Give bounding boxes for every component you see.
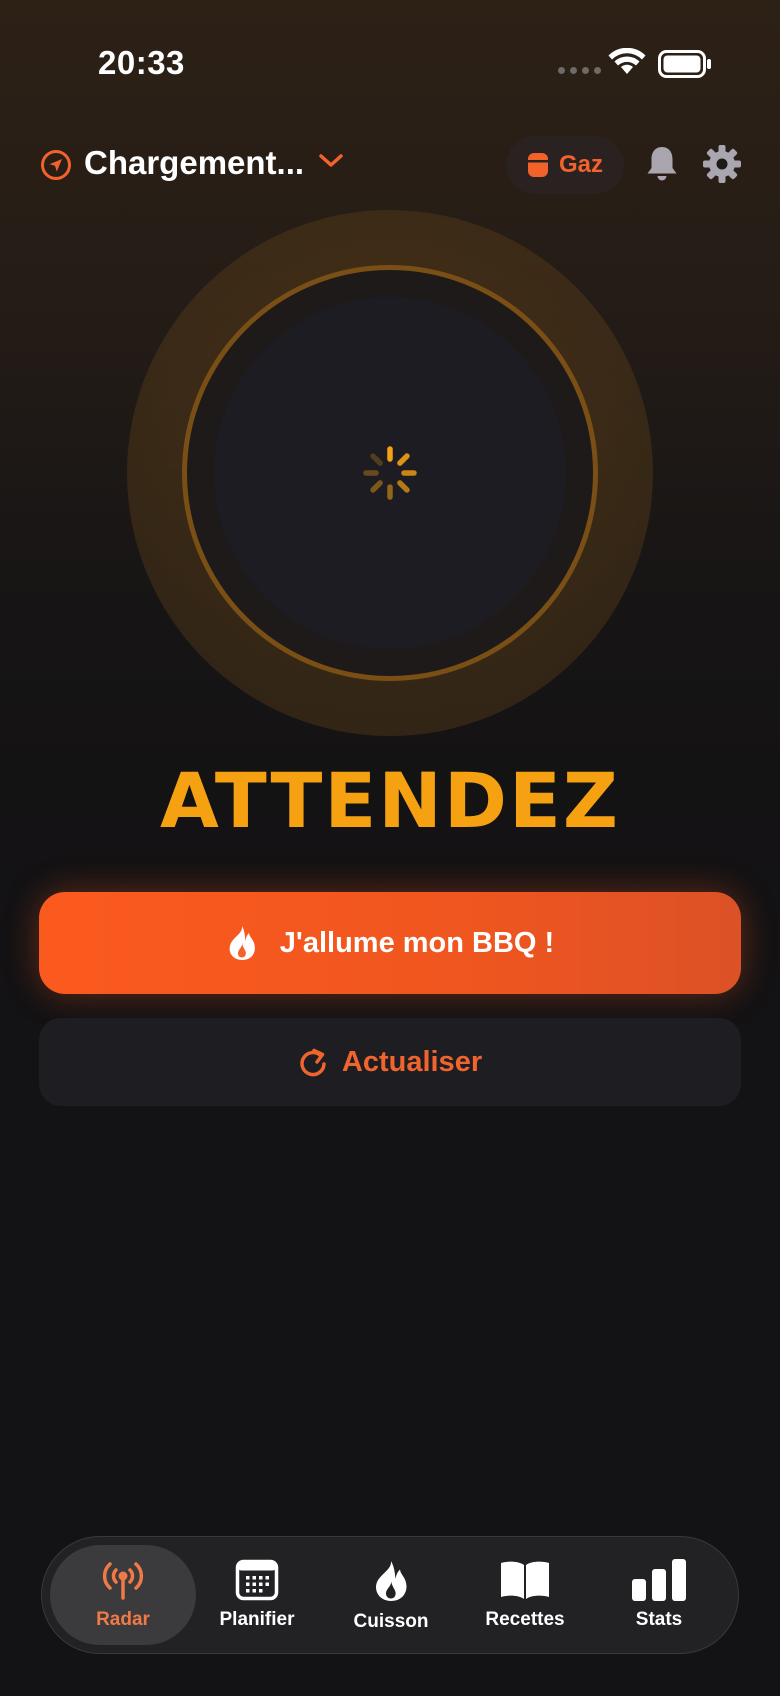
status-bar: 20:33	[0, 0, 780, 120]
tab-cuisson[interactable]: Cuisson	[318, 1545, 464, 1645]
wifi-icon	[608, 48, 646, 74]
tab-label: Planifier	[219, 1609, 295, 1630]
book-icon	[501, 1561, 549, 1599]
bar-chart-icon	[632, 1559, 686, 1601]
fuel-type-chip[interactable]: Gaz	[506, 136, 624, 194]
refresh-button[interactable]: Actualiser	[39, 1018, 741, 1106]
bell-icon[interactable]	[644, 144, 680, 184]
bbq-status-word: ATTENDEZ	[160, 756, 620, 845]
tab-stats[interactable]: Stats	[586, 1545, 732, 1645]
light-bbq-button[interactable]: J'allume mon BBQ !	[39, 892, 741, 994]
gear-icon[interactable]	[702, 144, 742, 184]
chevron-down-icon[interactable]	[318, 152, 344, 170]
status-time: 20:33	[98, 44, 185, 81]
refresh-icon	[300, 1048, 326, 1077]
calendar-icon	[235, 1559, 279, 1601]
flame-icon	[376, 1561, 407, 1601]
tab-planifier[interactable]: Planifier	[184, 1545, 330, 1645]
light-bbq-label: J'allume mon BBQ !	[279, 926, 555, 959]
refresh-label: Actualiser	[341, 1045, 483, 1078]
loading-spinner-icon	[363, 446, 417, 500]
battery-icon	[658, 50, 711, 78]
radar-screen: 20:33 Chargement... Gaz ATTENDEZ J'allum…	[0, 0, 780, 1696]
tab-bar: Radar Planifier Cuisson Recettes Stats	[41, 1536, 739, 1654]
flame-icon	[229, 926, 255, 960]
tab-label: Recettes	[485, 1609, 565, 1630]
gas-cylinder-icon	[527, 153, 548, 177]
radar-icon	[102, 1562, 144, 1600]
tab-label: Cuisson	[353, 1611, 429, 1632]
location-title[interactable]: Chargement...	[84, 144, 304, 182]
tab-label: Radar	[96, 1609, 150, 1630]
tab-radar[interactable]: Radar	[50, 1545, 196, 1645]
fuel-type-label: Gaz	[558, 151, 603, 178]
cellular-signal-icon	[558, 67, 601, 74]
location-arrow-icon[interactable]	[40, 149, 72, 181]
radar-gauge	[127, 210, 653, 736]
tab-recettes[interactable]: Recettes	[452, 1545, 598, 1645]
header: Chargement... Gaz	[0, 130, 780, 200]
tab-label: Stats	[635, 1609, 683, 1630]
